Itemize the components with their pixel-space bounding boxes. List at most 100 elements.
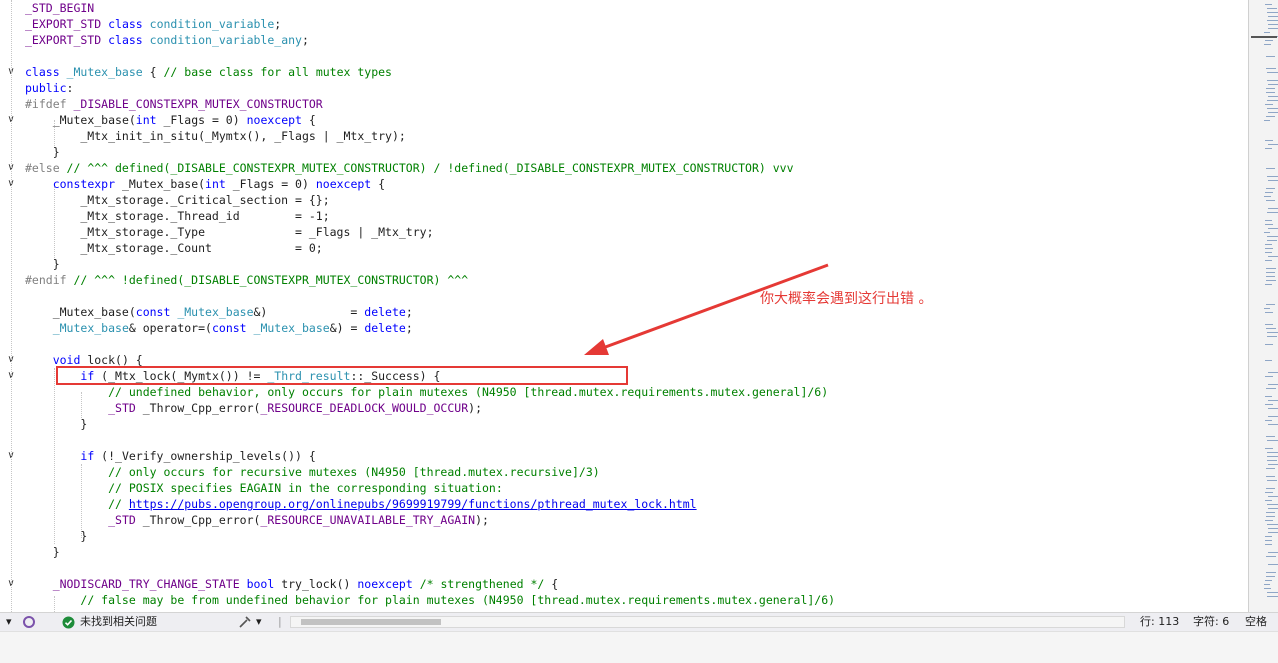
minimap-line — [1268, 24, 1278, 25]
indent-mode[interactable]: 空格 — [1245, 613, 1267, 631]
minimap-line — [1265, 148, 1272, 149]
minimap-line — [1267, 592, 1278, 593]
minimap-line — [1264, 588, 1271, 589]
dropdown-arrow-icon[interactable]: ▾ — [6, 613, 12, 631]
minimap-line — [1265, 544, 1272, 545]
minimap-line — [1267, 20, 1278, 21]
minimap-line — [1268, 180, 1278, 181]
annotation-note: 你大概率会遇到这行出错 。 — [760, 291, 933, 307]
minimap-line — [1266, 272, 1275, 273]
issues-status[interactable]: 未找到相关问题 — [80, 613, 157, 631]
minimap-line — [1268, 228, 1278, 229]
minimap-line — [1268, 16, 1278, 17]
minimap-line — [1265, 448, 1273, 449]
minimap-line — [1265, 376, 1273, 377]
code-cleanup-icon[interactable] — [238, 613, 252, 631]
minimap-line — [1267, 12, 1278, 13]
minimap-line — [1266, 116, 1275, 117]
line-indicator[interactable]: 行: 113 — [1140, 613, 1179, 631]
minimap-line — [1265, 500, 1272, 501]
minimap-line — [1266, 92, 1275, 93]
minimap-line — [1267, 456, 1278, 457]
minimap-line — [1265, 492, 1273, 493]
minimap-line — [1267, 504, 1278, 505]
horizontal-scrollbar-thumb[interactable] — [301, 619, 441, 625]
minimap-line — [1266, 572, 1276, 573]
minimap-line — [1266, 556, 1276, 557]
minimap-line — [1267, 480, 1277, 481]
minimap-line — [1267, 440, 1278, 441]
minimap-line — [1267, 336, 1277, 337]
minimap-line — [1268, 400, 1278, 401]
minimap-line — [1266, 488, 1275, 489]
minimap-line — [1268, 508, 1278, 509]
minimap-line — [1267, 240, 1277, 241]
minimap-line — [1264, 32, 1270, 33]
minimap-line — [1268, 384, 1278, 385]
minimap-line — [1266, 276, 1275, 277]
bottom-pane — [0, 631, 1278, 663]
minimap-line — [1268, 424, 1278, 425]
minimap-line — [1264, 584, 1270, 585]
vertical-scrollbar-minimap[interactable] — [1248, 0, 1278, 612]
minimap-line — [1266, 280, 1276, 281]
minimap-line — [1265, 324, 1273, 325]
minimap-line — [1265, 404, 1273, 405]
minimap-viewport-marker[interactable] — [1251, 36, 1277, 38]
minimap-line — [1265, 140, 1273, 141]
minimap-line — [1265, 248, 1273, 249]
minimap-line — [1265, 580, 1272, 581]
minimap-line — [1268, 112, 1278, 113]
minimap-line — [1265, 224, 1273, 225]
minimap-line — [1267, 212, 1278, 213]
minimap-line — [1267, 108, 1278, 109]
minimap-line — [1265, 312, 1273, 313]
minimap-line — [1265, 284, 1272, 285]
minimap-line — [1265, 540, 1272, 541]
minimap-line — [1268, 84, 1278, 85]
minimap-line — [1268, 528, 1278, 529]
minimap-line — [1265, 220, 1272, 221]
minimap-line — [1268, 408, 1278, 409]
minimap-line — [1268, 144, 1278, 145]
minimap-line — [1264, 120, 1270, 121]
minimap-line — [1267, 596, 1278, 597]
code-editor[interactable]: ∨ ∨ ∨ ∨ ∨ ∨ ∨ ∨ _STD_BEGIN _EXPORT_STD class con… — [0, 0, 1248, 612]
minimap-line — [1267, 332, 1278, 333]
minimap-line — [1268, 416, 1278, 417]
minimap-line — [1266, 576, 1275, 577]
minimap-line — [1264, 196, 1271, 197]
minimap-line — [1265, 536, 1272, 537]
minimap-line — [1268, 256, 1278, 257]
cleanup-dropdown-icon[interactable]: ▾ — [256, 613, 262, 631]
minimap-line — [1268, 28, 1278, 29]
minimap-line — [1268, 96, 1278, 97]
minimap-line — [1265, 244, 1272, 245]
minimap-line — [1265, 260, 1272, 261]
minimap-line — [1264, 232, 1270, 233]
minimap-line — [1265, 104, 1273, 105]
minimap-line — [1267, 72, 1278, 73]
minimap-line — [1265, 192, 1273, 193]
minimap-line — [1266, 388, 1276, 389]
minimap-line — [1265, 4, 1272, 5]
minimap-line — [1266, 200, 1275, 201]
minimap-line — [1266, 68, 1276, 69]
minimap-line — [1266, 328, 1276, 329]
separator: | — [278, 615, 282, 628]
minimap-line — [1265, 520, 1273, 521]
minimap-line — [1267, 452, 1278, 453]
char-indicator[interactable]: 字符: 6 — [1193, 613, 1229, 631]
minimap-line — [1265, 360, 1272, 361]
minimap-line — [1266, 188, 1275, 189]
minimap-line — [1266, 468, 1275, 469]
copilot-icon[interactable] — [22, 613, 36, 631]
minimap-line — [1267, 176, 1278, 177]
minimap-line — [1268, 496, 1278, 497]
minimap-line — [1266, 436, 1275, 437]
minimap-line — [1268, 532, 1278, 533]
minimap-line — [1267, 460, 1277, 461]
horizontal-scrollbar[interactable] — [290, 616, 1125, 628]
minimap-line — [1266, 304, 1275, 305]
minimap-line — [1268, 208, 1278, 209]
